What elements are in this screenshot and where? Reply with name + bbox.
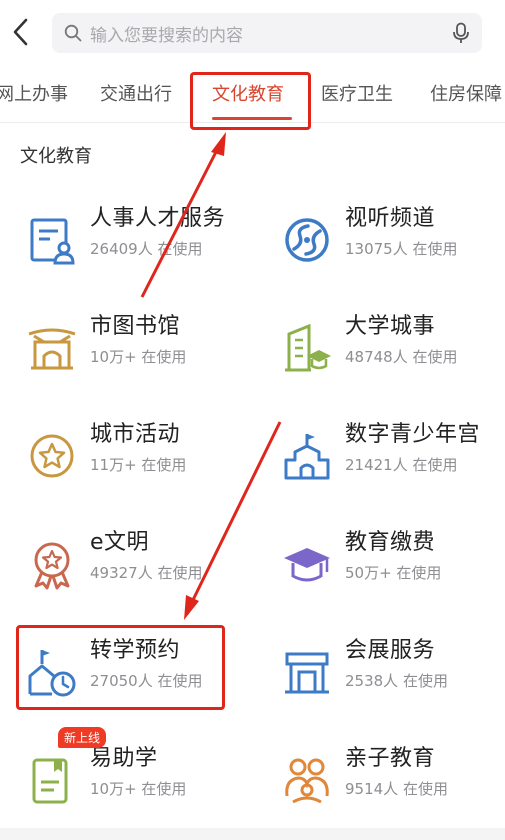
usage-count: 48748人 在使用 xyxy=(345,348,458,366)
usage-count: 11万+ 在使用 xyxy=(90,456,187,474)
service-education-payment[interactable]: 教育缴费 50万+ 在使用 xyxy=(275,524,505,604)
film-reel-icon xyxy=(285,218,329,262)
usage-count: 21421人 在使用 xyxy=(345,456,458,474)
medal-icon xyxy=(34,542,70,590)
service-name: 会展服务 xyxy=(345,638,436,663)
service-name: 市图书馆 xyxy=(90,314,181,339)
top-bar: 输入您要搜索的内容 xyxy=(0,0,505,64)
library-icon xyxy=(28,328,76,370)
usage-count: 50万+ 在使用 xyxy=(345,564,442,582)
service-name: 人事人才服务 xyxy=(90,206,226,231)
service-youth-palace[interactable]: 数字青少年宫 21421人 在使用 xyxy=(275,416,505,496)
university-icon xyxy=(285,323,331,372)
tab-healthcare[interactable]: 医疗卫生 xyxy=(321,80,393,106)
service-university-city[interactable]: 大学城事 48748人 在使用 xyxy=(275,308,505,388)
service-study-aid[interactable]: 易助学 10万+ 在使用 xyxy=(20,740,250,820)
arrow-up-icon xyxy=(211,132,226,156)
usage-count: 2538人 在使用 xyxy=(345,672,448,690)
search-bar[interactable]: 输入您要搜索的内容 xyxy=(52,13,482,53)
section-title: 文化教育 xyxy=(20,146,92,167)
service-av-channel[interactable]: 视听频道 13075人 在使用 xyxy=(275,200,505,280)
usage-count: 10万+ 在使用 xyxy=(90,780,187,798)
usage-count: 10万+ 在使用 xyxy=(90,348,187,366)
exhibition-icon xyxy=(285,652,329,694)
service-name: e文明 xyxy=(90,530,150,555)
usage-count: 49327人 在使用 xyxy=(90,564,203,582)
service-e-civilization[interactable]: e文明 49327人 在使用 xyxy=(20,524,250,604)
search-placeholder: 输入您要搜索的内容 xyxy=(90,25,243,46)
graduation-cap-icon xyxy=(284,548,330,582)
service-personnel[interactable]: 人事人才服务 26409人 在使用 xyxy=(20,200,250,280)
service-name: 亲子教育 xyxy=(345,746,436,771)
annotation-box-transfer xyxy=(16,625,225,710)
annotation-box-tab xyxy=(190,72,311,130)
student-aid-icon xyxy=(32,758,68,804)
service-name: 教育缴费 xyxy=(345,530,436,555)
service-library[interactable]: 市图书馆 10万+ 在使用 xyxy=(20,308,250,388)
back-button[interactable] xyxy=(8,14,32,50)
microphone-icon[interactable] xyxy=(450,22,472,44)
tab-transport[interactable]: 交通出行 xyxy=(100,80,172,106)
service-parenting[interactable]: 亲子教育 9514人 在使用 xyxy=(275,740,505,820)
service-name: 大学城事 xyxy=(345,314,436,339)
usage-count: 26409人 在使用 xyxy=(90,240,203,258)
tab-online-services[interactable]: 网上办事 xyxy=(0,80,68,106)
service-name: 视听频道 xyxy=(345,206,436,231)
parent-child-icon xyxy=(285,758,329,804)
chevron-left-icon xyxy=(13,18,28,46)
service-name: 数字青少年宫 xyxy=(345,422,481,447)
service-name: 城市活动 xyxy=(90,422,181,447)
usage-count: 9514人 在使用 xyxy=(345,780,448,798)
palace-icon xyxy=(284,434,330,480)
service-exhibition[interactable]: 会展服务 2538人 在使用 xyxy=(275,632,505,712)
usage-count: 13075人 在使用 xyxy=(345,240,458,258)
new-launch-badge: 新上线 xyxy=(58,727,107,748)
personnel-icon xyxy=(30,218,75,265)
service-city-activities[interactable]: 城市活动 11万+ 在使用 xyxy=(20,416,250,496)
star-badge-icon xyxy=(30,434,74,478)
tab-housing[interactable]: 住房保障 xyxy=(430,80,502,106)
search-icon xyxy=(64,24,82,42)
bottom-divider xyxy=(0,828,505,840)
